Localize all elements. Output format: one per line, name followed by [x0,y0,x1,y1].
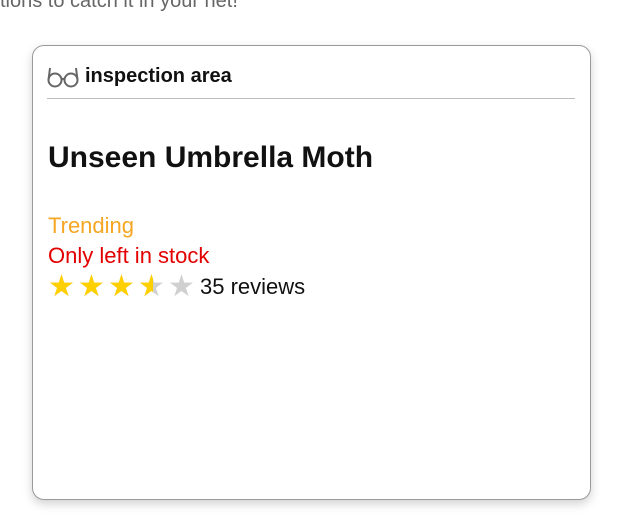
product-title[interactable]: Unseen Umbrella Moth [48,141,373,175]
star-icon: ★★ [78,270,105,303]
glasses-icon [47,62,79,90]
partial-heading: tions to catch it in your net! [0,0,238,12]
reviews-count[interactable]: 35 reviews [200,274,305,300]
star-icon: ★★ [48,270,75,303]
star-icon: ★★ [108,270,135,303]
card-header: inspection area [47,62,575,99]
star-icon: ★★ [138,270,165,303]
star-icon: ★★ [168,270,195,303]
stock-label: Only left in stock [48,243,210,268]
product-card[interactable]: inspection area Unseen Umbrella Moth Tre… [32,45,591,500]
card-header-title: inspection area [85,65,232,87]
rating-row: ★★ ★★ ★★ ★★ ★★ 35 reviews [48,272,305,302]
trending-label: Trending [48,213,135,238]
